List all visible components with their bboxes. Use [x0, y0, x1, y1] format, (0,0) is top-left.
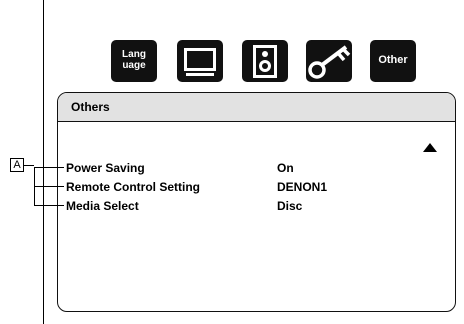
- monitor-icon: [184, 48, 216, 76]
- tab-ratings[interactable]: [306, 40, 352, 82]
- up-arrow-icon[interactable]: [423, 143, 437, 152]
- tab-language-label-line2: uage: [122, 60, 146, 71]
- tab-display[interactable]: [177, 40, 223, 82]
- tab-language[interactable]: Lang uage: [111, 40, 157, 82]
- callout-line: [24, 165, 34, 166]
- tab-other-label: Other: [378, 54, 408, 66]
- panel-title: Others: [71, 100, 110, 114]
- callout-line-2: [34, 186, 64, 187]
- tab-other[interactable]: Other: [370, 40, 416, 82]
- panel-header: [58, 93, 455, 122]
- key-icon: [308, 45, 351, 79]
- tab-audio[interactable]: [242, 40, 288, 82]
- callout-line-3: [34, 205, 64, 206]
- setting-value: DENON1: [277, 180, 328, 194]
- page-border-line: [43, 0, 44, 324]
- callout-label: A: [10, 158, 24, 172]
- setting-label: Remote Control Setting: [66, 180, 200, 194]
- setting-label: Power Saving: [66, 161, 145, 175]
- settings-panel: Others Power Saving On Remote Control Se…: [57, 92, 456, 312]
- speaker-icon: [253, 45, 277, 78]
- setting-value: Disc: [277, 199, 303, 213]
- setting-value: On: [277, 161, 294, 175]
- setting-label: Media Select: [66, 199, 139, 213]
- tab-language-label-line1: Lang: [122, 49, 146, 60]
- callout-line-1: [34, 167, 64, 168]
